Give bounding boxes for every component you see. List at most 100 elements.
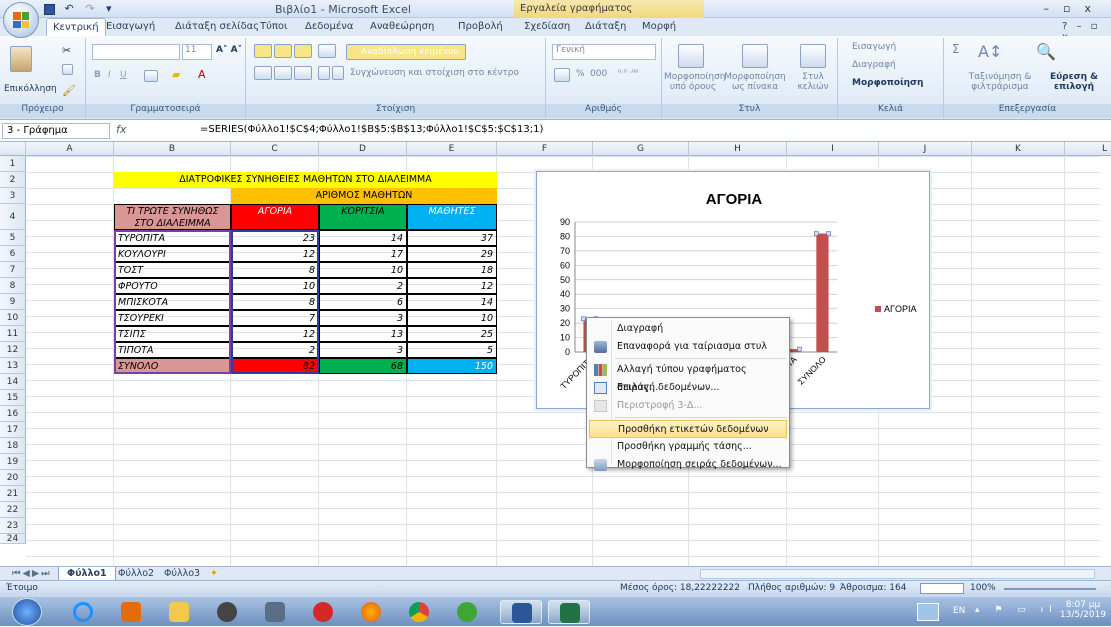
undo-icon[interactable]: ↶ <box>65 2 74 15</box>
wrap-text-button[interactable]: Αναδίπλωση κειμένου <box>346 44 466 60</box>
column-header-J[interactable]: J <box>879 142 972 156</box>
row-header-16[interactable]: 16 <box>0 406 26 422</box>
y-tick-label[interactable]: 60 <box>560 260 570 270</box>
italic-button[interactable]: I <box>108 70 111 80</box>
taskbar-ie[interactable] <box>62 600 104 624</box>
format-table-button[interactable]: Μορφοποίηση ως πίνακα <box>724 72 786 92</box>
girls-value[interactable]: 3 <box>319 310 407 326</box>
tab-review[interactable]: Αναθεώρηση <box>370 21 434 32</box>
align-bottom-icon[interactable] <box>294 44 312 58</box>
column-header-C[interactable]: C <box>231 142 319 156</box>
y-tick-label[interactable]: 0 <box>565 347 570 357</box>
total-value[interactable]: 10 <box>407 310 497 326</box>
sheet-nav-icons[interactable]: ⏮◀▶⏭ <box>4 567 60 580</box>
taskbar-outlook[interactable] <box>110 600 152 624</box>
row-header-19[interactable]: 19 <box>0 454 26 470</box>
format-cells-button[interactable]: Μορφοποίηση <box>852 78 923 88</box>
maximize-icon[interactable]: ▫ <box>1063 2 1084 15</box>
menu-item-add-data-labels[interactable]: Προσθήκη ετικετών δεδομένων <box>589 420 787 438</box>
font-name-box[interactable] <box>92 44 180 60</box>
boys-value[interactable]: 12 <box>231 326 319 342</box>
name-box[interactable]: 3 - Γράφημα <box>2 123 110 139</box>
y-tick-label[interactable]: 30 <box>560 304 570 314</box>
selection-handle[interactable] <box>581 316 586 322</box>
close-icon[interactable]: x <box>1084 2 1105 15</box>
clock[interactable]: 8:07 μμ 13/5/2019 <box>1059 600 1107 620</box>
taskbar-excel[interactable] <box>548 600 590 624</box>
insert-cells-button[interactable]: Εισαγωγή <box>852 42 896 52</box>
total-value[interactable]: 25 <box>407 326 497 342</box>
tab-data[interactable]: Δεδομένα <box>305 21 353 32</box>
row-label[interactable]: ΚΟΥΛΟΥΡΙ <box>114 246 231 262</box>
column-header-K[interactable]: K <box>972 142 1065 156</box>
table-subtitle[interactable]: ΑΡΙΘΜΟΣ ΜΑΘΗΤΩΝ <box>231 188 497 204</box>
fill-color-icon[interactable]: ▰ <box>172 68 180 81</box>
row-header-17[interactable]: 17 <box>0 422 26 438</box>
menu-item-change-chart-type[interactable]: Αλλαγή τύπου γραφήματος σειράς... <box>589 361 787 393</box>
zoom-slider[interactable] <box>1004 588 1096 590</box>
row-header-1[interactable]: 1 <box>0 156 26 172</box>
row-header-21[interactable]: 21 <box>0 486 26 502</box>
row-label[interactable]: ΤΣΙΠΣ <box>114 326 231 342</box>
grow-font-icon[interactable]: A˄ A˅ <box>216 45 242 55</box>
sort-filter-button[interactable]: Ταξινόμηση & φιλτράρισμα <box>960 72 1040 92</box>
header-girls[interactable]: ΚΟΡΙΤΣΙΑ <box>319 204 407 230</box>
row-header-3[interactable]: 3 <box>0 188 26 204</box>
paste-button[interactable]: Επικόλληση <box>4 84 57 94</box>
autosum-button[interactable]: Σ <box>952 42 960 56</box>
menu-item-format-series[interactable]: Μορφοποίηση σειράς δεδομένων... <box>589 456 787 474</box>
action-center-icon[interactable] <box>917 603 939 621</box>
total-value[interactable]: 18 <box>407 262 497 278</box>
sheet-tab-2[interactable]: Φύλλο2 <box>110 567 162 580</box>
tray-icons[interactable]: ▴ ⚑ ▭ ıl <box>975 605 1058 615</box>
legend-swatch[interactable] <box>875 306 881 312</box>
row-header-5[interactable]: 5 <box>0 230 26 246</box>
zoom-level[interactable]: 100% <box>970 583 996 593</box>
fx-icon[interactable]: fx <box>116 123 126 136</box>
girls-value[interactable]: 2 <box>319 278 407 294</box>
find-icon[interactable]: 🔍 <box>1036 42 1056 61</box>
row-header-24[interactable]: 24 <box>0 534 26 544</box>
total-value[interactable]: 12 <box>407 278 497 294</box>
language-indicator[interactable]: EN <box>953 606 965 616</box>
y-tick-label[interactable]: 70 <box>560 246 570 256</box>
select-all-corner[interactable] <box>0 142 26 156</box>
align-middle-icon[interactable] <box>274 44 292 58</box>
column-header-A[interactable]: A <box>26 142 114 156</box>
row-header-15[interactable]: 15 <box>0 390 26 406</box>
format-table-icon[interactable] <box>742 44 768 68</box>
row-header-2[interactable]: 2 <box>0 172 26 188</box>
tab-view[interactable]: Προβολή <box>458 21 503 32</box>
girls-value[interactable]: 17 <box>319 246 407 262</box>
girls-value[interactable]: 10 <box>319 262 407 278</box>
row-header-23[interactable]: 23 <box>0 518 26 534</box>
column-header-L[interactable]: L <box>1065 142 1111 156</box>
boys-value[interactable]: 23 <box>231 230 319 246</box>
tab-chart-design[interactable]: Σχεδίαση <box>524 21 570 32</box>
thousands-button[interactable]: 000 <box>590 69 607 79</box>
y-tick-label[interactable]: 90 <box>560 217 570 227</box>
taskbar-word[interactable] <box>500 600 542 624</box>
tab-formulas[interactable]: Τύποι <box>260 21 287 32</box>
total-value[interactable]: 14 <box>407 294 497 310</box>
tab-insert[interactable]: Εισαγωγή <box>106 21 155 32</box>
boys-value[interactable]: 8 <box>231 294 319 310</box>
tab-chart-layout[interactable]: Διάταξη <box>585 21 626 32</box>
column-header-H[interactable]: H <box>689 142 787 156</box>
format-painter-icon[interactable]: 🖌 <box>62 84 76 97</box>
row-label[interactable]: ΣΥΝΟΛΟ <box>114 358 231 374</box>
row-header-4[interactable]: 4 <box>0 204 26 230</box>
delete-cells-button[interactable]: Διαγραφή <box>852 60 896 70</box>
total-value[interactable]: 150 <box>407 358 497 374</box>
cond-format-button[interactable]: Μορφοποίηση υπό όρους <box>664 72 726 92</box>
selection-handle[interactable] <box>826 231 831 236</box>
bold-button[interactable]: B <box>94 70 101 80</box>
row-label[interactable]: ΤΙΠΟΤΑ <box>114 342 231 358</box>
minimize-icon[interactable]: – <box>1044 2 1064 15</box>
header-students[interactable]: ΜΑΘΗΤΕΣ <box>407 204 497 230</box>
decrease-indent-icon[interactable] <box>318 66 330 80</box>
legend-label[interactable]: ΑΓΟΡΙΑ <box>884 304 916 314</box>
align-center-icon[interactable] <box>274 66 292 80</box>
taskbar-explorer[interactable] <box>158 600 200 624</box>
view-buttons[interactable] <box>920 583 964 594</box>
